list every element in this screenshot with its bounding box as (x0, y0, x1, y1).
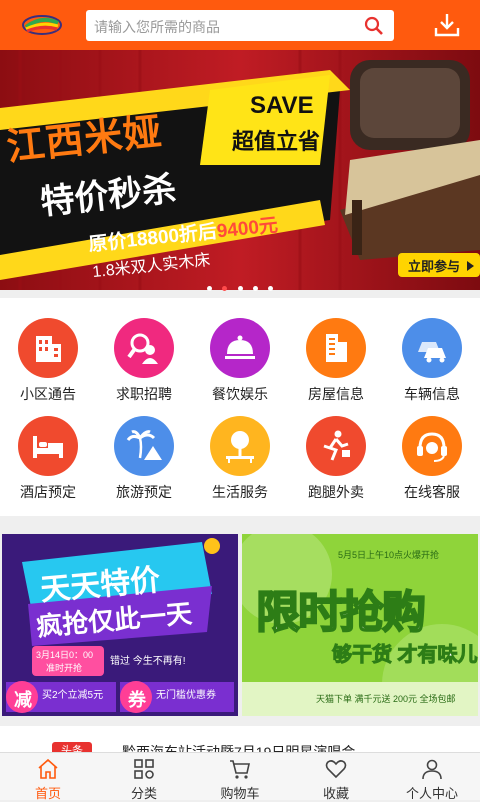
promo-daily-deal[interactable]: 天天特价 疯抢仅此一天 3月14日0：00 准时开抢 错过 今生不再有! 减 买… (2, 534, 238, 716)
tab-cart[interactable]: 购物车 (192, 753, 288, 801)
headset-icon (402, 416, 462, 476)
banner-dot[interactable] (252, 286, 258, 291)
category-label: 求职招聘 (116, 386, 172, 402)
banner-artwork (0, 50, 480, 290)
bottom-tab-bar: 首页 分类 购物车 收藏 个人中心 (0, 752, 480, 801)
search-input[interactable]: 请输入您所需的商品 (94, 17, 220, 37)
promo-left-deal1-tag: 减 (14, 690, 32, 710)
banner-dot[interactable] (268, 286, 274, 291)
tab-category[interactable]: 分类 (96, 753, 192, 801)
banner-save: SAVE (250, 92, 314, 119)
user-icon (422, 759, 442, 780)
banner-cta-button[interactable]: 立即参与 (408, 256, 474, 275)
category-label: 房屋信息 (308, 386, 364, 402)
promo-left-deal1: 买2个立减5元 (42, 690, 104, 701)
tab-favorites[interactable]: 收藏 (288, 753, 384, 801)
category-label: 跑腿外卖 (308, 484, 364, 500)
category-label: 小区通告 (20, 386, 76, 402)
tab-label: 收藏 (322, 786, 349, 801)
home-icon (38, 758, 58, 779)
banner-pagination[interactable] (0, 278, 480, 296)
category-community-notice[interactable]: 小区通告 (0, 318, 96, 418)
banner-dot[interactable] (237, 286, 243, 291)
category-travel-booking[interactable]: 旅游预定 (96, 416, 192, 516)
grid-icon (134, 759, 154, 779)
app-logo-icon[interactable] (22, 13, 62, 37)
tab-label: 购物车 (220, 786, 260, 801)
tab-profile[interactable]: 个人中心 (384, 753, 480, 801)
promo-left-miss: 错过 今生不再有! (110, 656, 186, 667)
bed-icon (18, 416, 78, 476)
category-label: 餐饮娱乐 (212, 386, 268, 402)
tab-label: 首页 (34, 786, 61, 801)
cart-icon (230, 760, 250, 779)
category-housing-info[interactable]: 房屋信息 (288, 318, 384, 418)
tab-label: 个人中心 (405, 786, 458, 801)
promo-banner[interactable]: 江西米娅 特价秒杀 SAVE 超值立省 原价18800折后9400元 1.8米双… (0, 50, 480, 290)
promo-left-date: 3月14日0：00 (36, 650, 94, 660)
category-job-search[interactable]: 求职招聘 (96, 318, 192, 418)
category-online-support[interactable]: 在线客服 (384, 416, 480, 516)
promo-left-date-sub: 准时开抢 (46, 663, 83, 673)
tab-home[interactable]: 首页 (0, 753, 96, 801)
category-errand-delivery[interactable]: 跑腿外卖 (288, 416, 384, 516)
top-bar: 请输入您所需的商品 (0, 0, 480, 50)
category-label: 生活服务 (212, 484, 268, 500)
promo-flash-sale[interactable]: 5月5日上午10点火爆开抢 限时抢购 够干货 才有味儿 天猫下单 满千元送 20… (242, 534, 478, 716)
building-icon (18, 318, 78, 378)
tree-bench-icon (210, 416, 270, 476)
category-label: 在线客服 (404, 484, 460, 500)
food-cloche-icon (210, 318, 270, 378)
heart-icon (325, 760, 347, 779)
banner-dot[interactable] (206, 286, 212, 291)
banner-save-sub: 超值立省 (232, 129, 321, 154)
runner-icon (306, 416, 366, 476)
category-label: 旅游预定 (116, 484, 172, 500)
category-grid: 小区通告 求职招聘 餐饮娱乐 房屋信息 车辆信息 酒店预定 旅游预定 生活服务 … (0, 298, 480, 516)
job-search-icon (114, 318, 174, 378)
house-building-icon (306, 318, 366, 378)
tab-label: 分类 (130, 786, 157, 801)
promo-left-deal2: 无门槛优惠券 (156, 690, 216, 701)
promo-left-deal2-tag: 券 (128, 690, 146, 710)
category-vehicle-info[interactable]: 车辆信息 (384, 318, 480, 418)
car-icon (402, 318, 462, 378)
promo-right-top: 5月5日上午10点火爆开抢 (338, 550, 440, 560)
category-hotel-booking[interactable]: 酒店预定 (0, 416, 96, 516)
category-label: 酒店预定 (20, 484, 76, 500)
search-icon[interactable] (364, 16, 384, 36)
search-box[interactable]: 请输入您所需的商品 (86, 10, 394, 41)
palm-tree-icon (114, 416, 174, 476)
banner-cta-label[interactable]: 立即参与 (408, 259, 460, 274)
promo-right-title: 限时抢购 (255, 587, 427, 638)
category-life-services[interactable]: 生活服务 (192, 416, 288, 516)
arrow-right-icon (466, 261, 474, 271)
promo-right-footer: 天猫下单 满千元送 200元 全场包邮 (316, 694, 456, 704)
category-food-entertainment[interactable]: 餐饮娱乐 (192, 318, 288, 418)
download-icon[interactable] (434, 12, 460, 38)
category-label: 车辆信息 (404, 386, 460, 402)
banner-dot-active[interactable] (222, 286, 228, 291)
promo-right-subtitle: 够干货 才有味儿 (332, 644, 478, 667)
